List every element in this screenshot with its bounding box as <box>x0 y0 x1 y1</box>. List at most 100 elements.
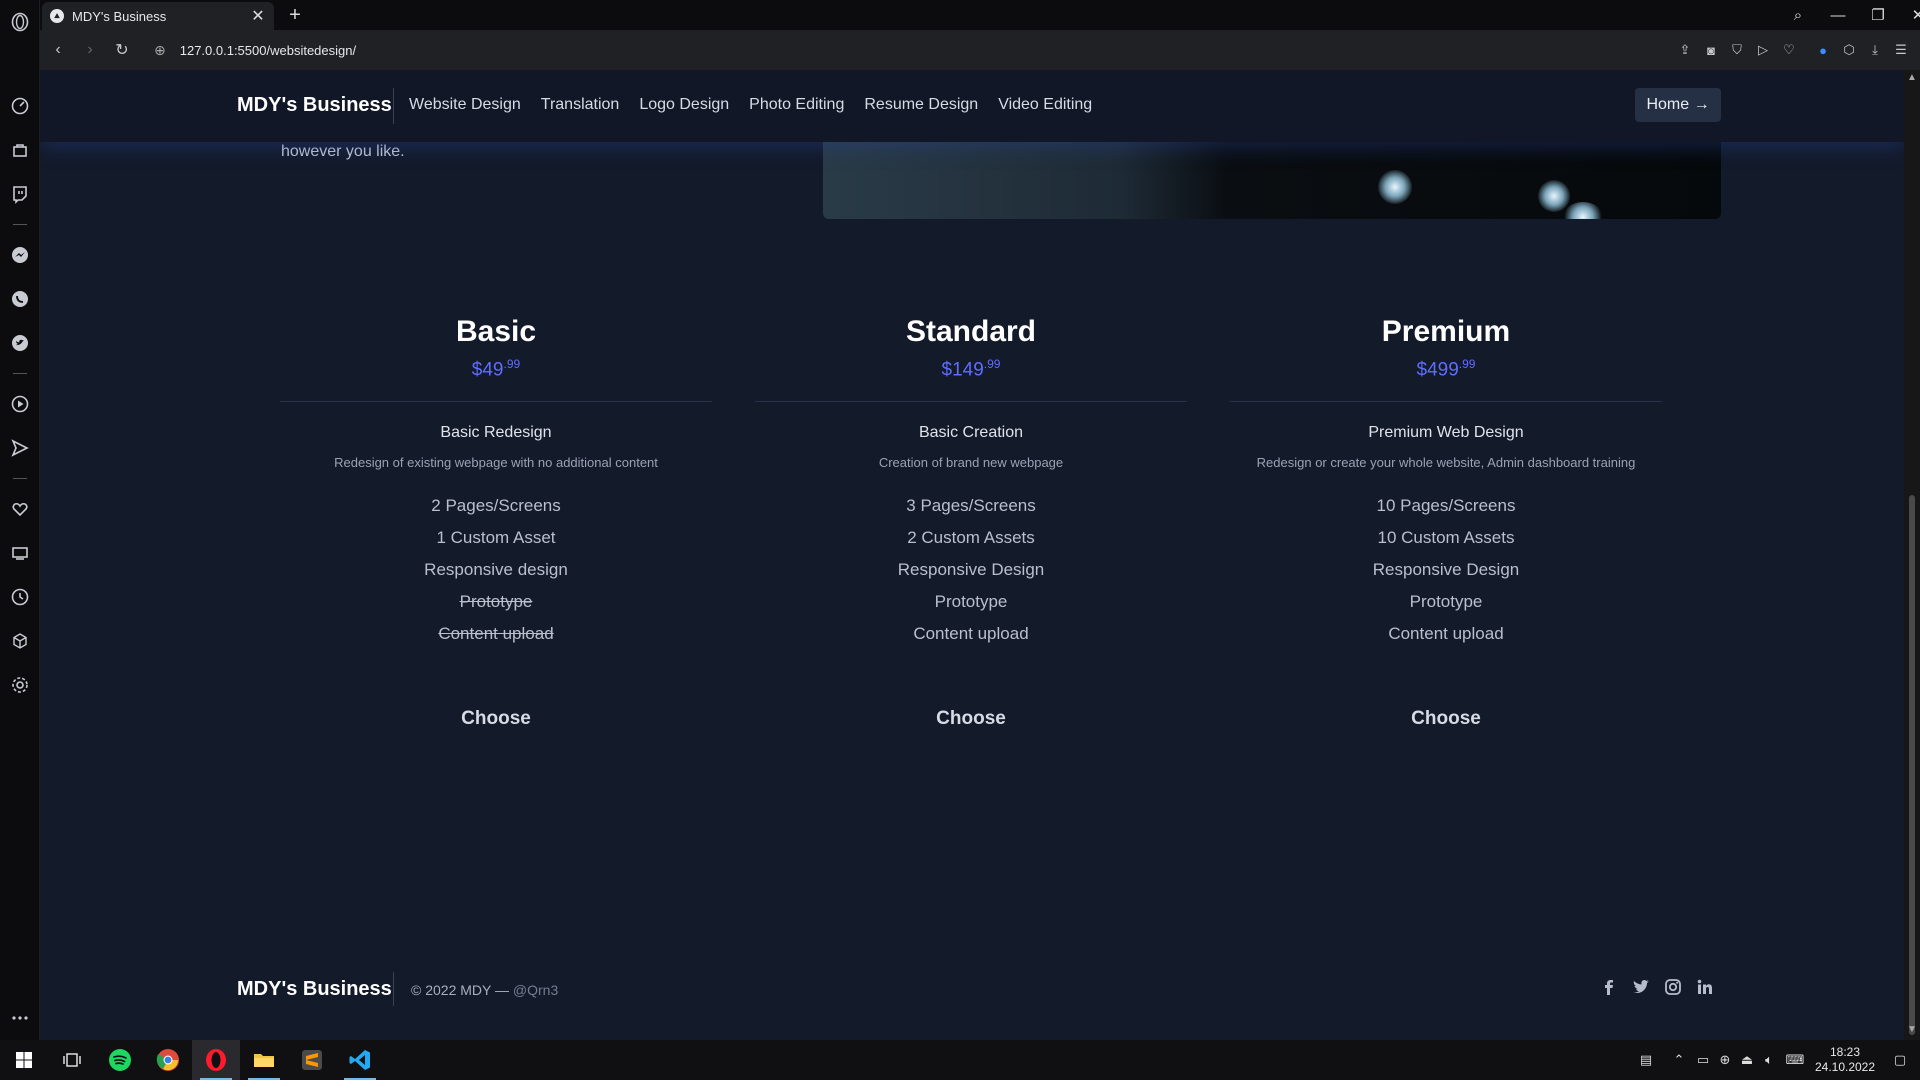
snapshot-camera-icon[interactable]: ◙ <box>1698 37 1724 63</box>
web-page: MDY's Business Website Design Translatio… <box>40 70 1904 1040</box>
toolbar-icons: ⇪ ◙ ⛉ ▷ ♡ ● ⬡ ⤓ ☰ <box>1672 30 1914 70</box>
player-icon[interactable] <box>0 382 40 426</box>
linkedin-icon[interactable] <box>1696 978 1714 996</box>
nav-link-resume-design[interactable]: Resume Design <box>864 96 978 114</box>
language-globe-icon[interactable]: ⊕ <box>1714 1052 1736 1068</box>
download-icon[interactable]: ⤓ <box>1862 37 1888 63</box>
task-view-icon[interactable] <box>48 1040 96 1080</box>
choose-standard-button[interactable]: Choose <box>936 708 1006 730</box>
battery-icon[interactable]: ▭ <box>1692 1052 1714 1068</box>
nav-link-website-design[interactable]: Website Design <box>409 96 521 114</box>
notifications-icon[interactable]: ▢ <box>1880 1052 1920 1068</box>
plan-feature-excluded: Content upload <box>438 624 554 644</box>
share-icon[interactable]: ⇪ <box>1672 37 1698 63</box>
volume-icon[interactable]: 🔈︎ <box>1758 1052 1780 1068</box>
sublime-text-icon[interactable] <box>288 1040 336 1080</box>
nav-link-video-editing[interactable]: Video Editing <box>998 96 1092 114</box>
shopping-bag-icon[interactable] <box>0 128 40 172</box>
instagram-icon[interactable] <box>1664 978 1682 996</box>
tray-overflow-icon[interactable]: ⌃ <box>1666 1052 1692 1068</box>
hero-text: however you like. <box>281 143 405 160</box>
reload-icon[interactable]: ↻ <box>106 34 138 66</box>
settings-gear-icon[interactable] <box>0 663 40 707</box>
messenger-icon[interactable] <box>0 233 40 277</box>
plan-features: 10 Pages/Screens 10 Custom Assets Respon… <box>1230 490 1662 650</box>
plan-feature: 2 Custom Assets <box>907 528 1035 548</box>
nav-link-photo-editing[interactable]: Photo Editing <box>749 96 844 114</box>
plan-feature-excluded: Prototype <box>459 592 533 612</box>
nav-link-translation[interactable]: Translation <box>541 96 620 114</box>
vscode-icon[interactable] <box>336 1040 384 1080</box>
more-options-icon[interactable] <box>0 996 40 1040</box>
opera-taskbar-icon[interactable] <box>192 1040 240 1080</box>
social-links <box>1600 978 1714 996</box>
extensions-icon[interactable]: ⬡ <box>1836 37 1862 63</box>
chrome-icon[interactable] <box>144 1040 192 1080</box>
start-windows-icon[interactable] <box>0 1040 48 1080</box>
plan-divider <box>1230 401 1662 403</box>
browser-tab[interactable]: MDY's Business ✕ <box>42 2 274 30</box>
keyboard-icon[interactable]: ⌨ <box>1780 1052 1810 1068</box>
search-tabs-icon[interactable]: ⌕ <box>1778 7 1818 24</box>
choose-premium-button[interactable]: Choose <box>1411 708 1481 730</box>
plan-name: Basic <box>455 315 537 348</box>
scroll-down-icon[interactable]: ▼ <box>1904 1024 1920 1035</box>
footer-handle-link[interactable]: @Qrn3 <box>513 982 558 998</box>
restore-icon[interactable]: ❐ <box>1858 6 1898 24</box>
twitch-icon[interactable] <box>0 172 40 216</box>
plan-price: $49.99 <box>471 357 521 381</box>
shield-icon[interactable]: ⛉ <box>1724 37 1750 63</box>
close-window-icon[interactable]: ✕ <box>1898 6 1920 24</box>
sidebar-separator <box>12 478 27 479</box>
facebook-icon[interactable] <box>1600 978 1618 996</box>
pricing-plans: Basic $49.99 Basic Redesign Redesign of … <box>280 315 1710 835</box>
footer-brand[interactable]: MDY's Business <box>237 978 392 1001</box>
tab-close-icon[interactable]: ✕ <box>250 6 266 26</box>
vpn-icon[interactable]: ● <box>1810 37 1836 63</box>
usb-device-icon[interactable]: ⏏ <box>1736 1052 1758 1068</box>
plan-feature: 10 Pages/Screens <box>1376 496 1516 516</box>
url-field[interactable]: 127.0.0.1:5500/websitedesign/ <box>180 43 356 58</box>
twitter-icon[interactable] <box>1632 978 1650 996</box>
plan-title: Premium Web Design <box>1368 424 1524 442</box>
history-icon[interactable] <box>0 575 40 619</box>
sidebar-separator <box>12 224 27 225</box>
footer-divider <box>393 972 394 1006</box>
plan-name: Standard <box>905 315 1037 348</box>
address-bar: ‹ › ↻ ⊕ 127.0.0.1:5500/websitedesign/ ⇪ … <box>40 30 1920 70</box>
new-tab-button[interactable]: + <box>284 4 306 27</box>
opera-logo-icon[interactable] <box>0 0 40 44</box>
speed-dial-icon[interactable] <box>0 84 40 128</box>
plan-feature: 3 Pages/Screens <box>906 496 1036 516</box>
forward-icon[interactable]: › <box>74 34 106 66</box>
plan-divider <box>280 401 712 403</box>
news-widget-icon[interactable]: ▤ <box>1626 1052 1666 1068</box>
site-info-icon[interactable]: ⊕ <box>154 42 166 59</box>
easy-setup-menu-icon[interactable]: ☰ <box>1888 37 1914 63</box>
browser-sidebar <box>0 0 40 1040</box>
page-scrollbar[interactable]: ▲ ▼ <box>1904 70 1920 1040</box>
hero-image-light <box>1538 180 1570 212</box>
file-explorer-icon[interactable] <box>240 1040 288 1080</box>
spotify-icon[interactable] <box>96 1040 144 1080</box>
bookmark-heart-icon[interactable]: ♡ <box>1776 37 1802 63</box>
nav-link-logo-design[interactable]: Logo Design <box>639 96 729 114</box>
minimize-icon[interactable]: — <box>1818 7 1858 24</box>
send-to-icon[interactable]: ▷ <box>1750 37 1776 63</box>
home-button[interactable]: Home → <box>1635 88 1721 122</box>
heart-icon[interactable] <box>0 487 40 531</box>
whatsapp-icon[interactable] <box>0 277 40 321</box>
back-icon[interactable]: ‹ <box>42 34 74 66</box>
tabs-icon[interactable] <box>0 531 40 575</box>
plan-feature: Responsive Design <box>1372 560 1520 580</box>
choose-basic-button[interactable]: Choose <box>461 708 531 730</box>
taskbar-clock[interactable]: 18:23 24.10.2022 <box>1810 1045 1880 1075</box>
clock-date: 24.10.2022 <box>1814 1060 1876 1074</box>
extensions-cube-icon[interactable] <box>0 619 40 663</box>
scroll-thumb[interactable] <box>1909 495 1915 1035</box>
twitter-sidebar-icon[interactable] <box>0 321 40 365</box>
plan-feature: Responsive design <box>424 560 568 580</box>
site-brand[interactable]: MDY's Business <box>237 94 392 117</box>
scroll-up-icon[interactable]: ▲ <box>1904 72 1920 83</box>
send-icon[interactable] <box>0 426 40 470</box>
